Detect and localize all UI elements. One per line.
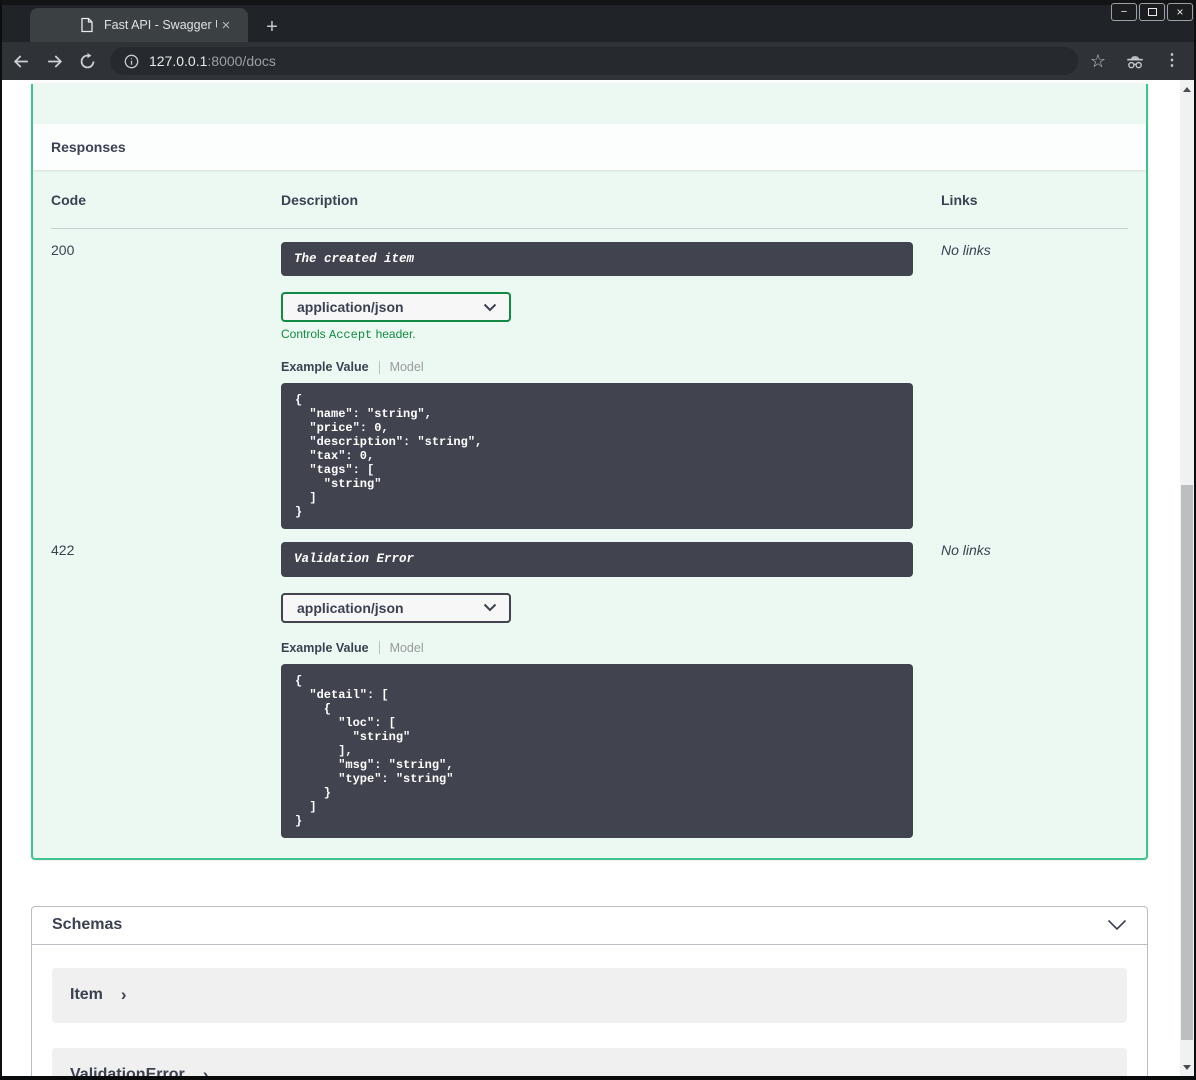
schemas-models: Item › ValidationError ›	[32, 945, 1147, 1077]
response-code: 200	[51, 242, 75, 258]
model-validationerror[interactable]: ValidationError ›	[52, 1047, 1127, 1077]
responses-table-head: Code Description Links	[51, 192, 1128, 229]
tab-title: Fast API - Swagger UI	[104, 18, 217, 32]
example-json-code: { "name": "string", "price": 0, "descrip…	[295, 393, 483, 520]
site-info-icon[interactable]	[124, 54, 139, 69]
media-type-value: application/json	[297, 599, 404, 616]
response-links: No links	[941, 542, 991, 559]
table-row-200: 200 The created item application/json Co…	[51, 229, 1128, 530]
hint-prefix: Controls	[281, 327, 330, 342]
response-description-cell: Validation Error application/json Exampl…	[281, 542, 941, 838]
response-code: 422	[51, 542, 75, 559]
chevron-down-icon	[483, 603, 497, 612]
example-json-block: { "detail": [ { "loc": [ "string" ], "ms…	[281, 663, 913, 838]
responses-panel: Responses Code Description Links 200 The…	[31, 84, 1148, 860]
tab-model[interactable]: Model	[390, 360, 424, 374]
responses-table: Code Description Links 200 The created i…	[33, 170, 1146, 858]
close-window-button[interactable]: ×	[1167, 3, 1193, 21]
reload-icon	[80, 52, 94, 68]
example-model-tabs: Example Value Model	[281, 360, 941, 374]
example-json-code: { "detail": [ { "loc": [ "string" ], "ms…	[295, 673, 454, 828]
new-tab-button[interactable]: +	[260, 16, 284, 38]
forward-arrow-icon	[47, 54, 62, 68]
hint-suffix: header.	[372, 327, 416, 342]
model-name: Item	[70, 986, 103, 1003]
triangle-up-icon	[1183, 86, 1191, 92]
responses-title: Responses	[51, 139, 126, 155]
opblock-body-spacer	[33, 84, 1146, 124]
window-border-left	[0, 0, 2, 1080]
schemas-header[interactable]: Schemas	[32, 907, 1147, 945]
model-name: ValidationError	[70, 1066, 185, 1076]
responses-section-header: Responses	[33, 124, 1146, 170]
page-favicon-icon	[81, 17, 93, 33]
window-controls: − ×	[1111, 3, 1193, 21]
chevron-right-icon: ›	[120, 984, 127, 1004]
tab-example-value[interactable]: Example Value	[281, 641, 369, 655]
tab-example-value[interactable]: Example Value	[281, 360, 369, 374]
triangle-down-icon	[1183, 1064, 1191, 1070]
url-path: :8000/docs	[207, 53, 276, 69]
scrollbar-down-button[interactable]	[1180, 1060, 1194, 1074]
address-bar[interactable]: 127.0.0.1:8000/docs	[110, 47, 1078, 75]
response-links: No links	[941, 242, 991, 258]
browser-chrome: Fast API - Swagger UI × + − × 127.0.0.1:…	[0, 0, 1196, 80]
response-description-block: Validation Error	[281, 542, 913, 577]
url-text: 127.0.0.1:8000/docs	[149, 53, 276, 69]
url-host: 127.0.0.1	[149, 53, 208, 69]
back-arrow-icon	[13, 54, 28, 68]
reload-button[interactable]	[75, 49, 99, 73]
accept-header-hint: Controls Accept header.	[281, 327, 941, 342]
scrollbar-thumb[interactable]	[1181, 485, 1193, 1040]
schemas-panel: Schemas Item › ValidationError ›	[31, 905, 1148, 1077]
tab-divider	[378, 641, 380, 654]
browser-titlebar: Fast API - Swagger UI × + − ×	[0, 0, 1196, 42]
table-row-422: 422 Validation Error application/json Ex…	[51, 529, 1128, 838]
response-description-cell: The created item application/json Contro…	[281, 242, 941, 530]
hint-accept-code: Accept	[329, 328, 373, 343]
schemas-title: Schemas	[52, 916, 123, 933]
chevron-right-icon: ›	[202, 1064, 209, 1077]
media-type-select[interactable]: application/json	[281, 292, 511, 323]
example-model-tabs: Example Value Model	[281, 641, 941, 655]
column-header-links: Links	[941, 192, 978, 208]
browser-menu-icon[interactable]: ⋮	[1164, 53, 1180, 69]
page-content: Responses Code Description Links 200 The…	[2, 80, 1180, 1076]
forward-button[interactable]	[42, 49, 66, 73]
example-json-block: { "name": "string", "price": 0, "descrip…	[281, 383, 913, 530]
media-type-value: application/json	[297, 299, 404, 316]
bookmark-star-icon[interactable]: ☆	[1090, 52, 1106, 70]
tab-divider	[378, 360, 380, 374]
column-header-description: Description	[281, 192, 359, 208]
model-item[interactable]: Item ›	[52, 967, 1127, 1023]
browser-toolbar: 127.0.0.1:8000/docs ☆ ⋮	[0, 42, 1196, 80]
response-description-block: The created item	[281, 242, 913, 277]
minimize-button[interactable]: −	[1111, 3, 1137, 21]
incognito-icon	[1127, 56, 1143, 69]
maximize-icon	[1147, 8, 1157, 16]
back-button[interactable]	[9, 49, 33, 73]
maximize-button[interactable]	[1139, 3, 1165, 21]
column-header-code: Code	[51, 192, 86, 208]
browser-tab[interactable]: Fast API - Swagger UI ×	[30, 8, 248, 42]
window-border-bottom	[0, 1076, 1196, 1080]
toolbar-actions: ☆ ⋮	[1090, 51, 1180, 71]
media-type-select[interactable]: application/json	[281, 592, 511, 623]
vertical-scrollbar[interactable]	[1180, 80, 1194, 1076]
scrollbar-up-button[interactable]	[1180, 82, 1194, 96]
chevron-down-icon	[483, 303, 497, 312]
tab-model[interactable]: Model	[390, 641, 424, 655]
chevron-down-icon[interactable]	[1107, 919, 1127, 931]
tab-close-icon[interactable]: ×	[217, 16, 235, 34]
